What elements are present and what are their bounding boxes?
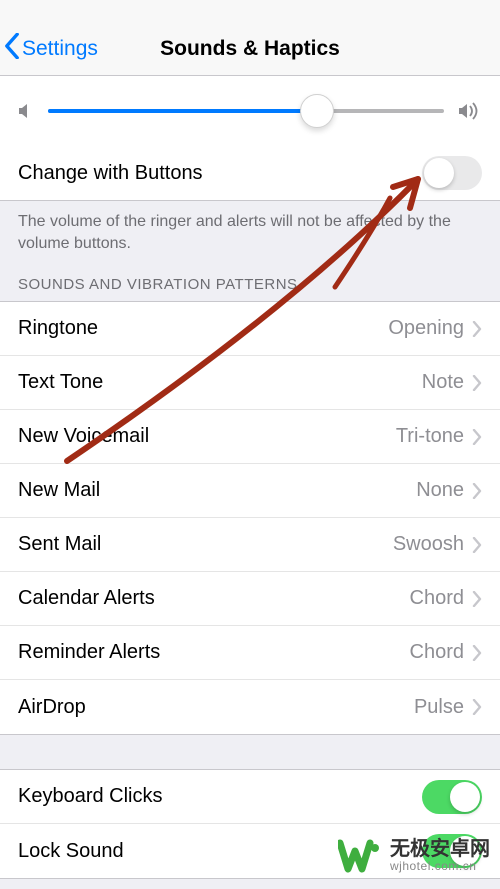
row-label: Reminder Alerts [18, 641, 410, 664]
row-label: Change with Buttons [18, 162, 422, 185]
toggle[interactable] [422, 780, 482, 814]
slider-fill [48, 109, 317, 113]
toggle-knob [424, 158, 454, 188]
sounds-group: RingtoneOpeningText ToneNoteNew Voicemai… [0, 301, 500, 735]
row-value: Tri-tone [396, 425, 464, 448]
row-label: Sent Mail [18, 533, 393, 556]
system-sounds-group: Keyboard Clicks Lock Sound [0, 769, 500, 879]
chevron-right-icon [472, 537, 482, 553]
chevron-right-icon [472, 375, 482, 391]
system-sound-row[interactable]: Lock Sound [0, 824, 500, 878]
chevron-right-icon [472, 699, 482, 715]
navigation-bar: Settings Sounds & Haptics [0, 0, 500, 76]
chevron-left-icon [4, 33, 20, 65]
section-spacer [0, 735, 500, 769]
chevron-right-icon [472, 321, 482, 337]
change-with-buttons-row[interactable]: Change with Buttons [0, 146, 500, 200]
chevron-right-icon [472, 483, 482, 499]
row-value: None [416, 479, 464, 502]
row-label: Ringtone [18, 317, 388, 340]
row-label: Keyboard Clicks [18, 785, 422, 808]
sound-row[interactable]: AirDropPulse [0, 680, 500, 734]
sound-row[interactable]: New VoicemailTri-tone [0, 410, 500, 464]
volume-high-icon [458, 101, 482, 121]
sounds-section-header: SOUNDS AND VIBRATION PATTERNS [0, 276, 500, 301]
slider-thumb[interactable] [300, 94, 334, 128]
chevron-right-icon [472, 645, 482, 661]
back-button[interactable]: Settings [4, 33, 98, 65]
ringer-volume-section: Change with Buttons [0, 76, 500, 201]
volume-slider[interactable] [48, 109, 444, 113]
row-label: Calendar Alerts [18, 587, 410, 610]
row-label: Text Tone [18, 371, 422, 394]
sound-row[interactable]: Reminder AlertsChord [0, 626, 500, 680]
sound-row[interactable]: New MailNone [0, 464, 500, 518]
row-value: Opening [388, 317, 464, 340]
row-label: AirDrop [18, 696, 414, 719]
chevron-right-icon [472, 591, 482, 607]
row-value: Swoosh [393, 533, 464, 556]
volume-low-icon [18, 102, 34, 120]
row-value: Pulse [414, 696, 464, 719]
row-label: New Voicemail [18, 425, 396, 448]
sound-row[interactable]: RingtoneOpening [0, 302, 500, 356]
toggle-knob [450, 782, 480, 812]
back-label: Settings [22, 37, 98, 61]
toggle[interactable] [422, 834, 482, 868]
sound-row[interactable]: Text ToneNote [0, 356, 500, 410]
sound-row[interactable]: Sent MailSwoosh [0, 518, 500, 572]
row-value: Chord [410, 641, 464, 664]
section-footer-note: The volume of the ringer and alerts will… [0, 201, 500, 276]
change-with-buttons-toggle[interactable] [422, 156, 482, 190]
sound-row[interactable]: Calendar AlertsChord [0, 572, 500, 626]
row-label: New Mail [18, 479, 416, 502]
row-label: Lock Sound [18, 840, 422, 863]
chevron-right-icon [472, 429, 482, 445]
row-value: Note [422, 371, 464, 394]
system-sound-row[interactable]: Keyboard Clicks [0, 770, 500, 824]
row-value: Chord [410, 587, 464, 610]
toggle-knob [450, 836, 480, 866]
